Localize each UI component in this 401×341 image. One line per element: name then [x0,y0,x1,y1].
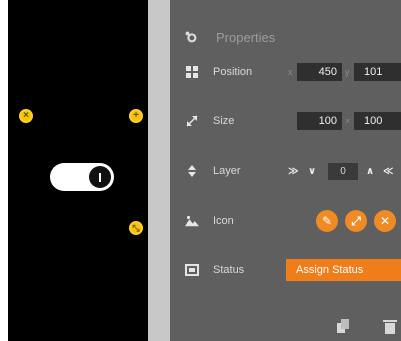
add-handle-icon[interactable]: + [129,109,143,123]
height-input[interactable]: 100 [354,112,401,130]
status-icon [185,263,199,277]
size-row: Size 100 × 100 [170,108,401,134]
design-canvas[interactable]: × + ⤡ [8,0,148,341]
properties-panel: Properties Position x 450 y 101 Size 100 [170,0,401,341]
icon-row: Icon ✎ ⤢ ✕ [170,208,401,234]
toggle-knob [89,166,111,188]
position-label: Position [213,66,253,78]
width-input[interactable]: 100 [297,112,342,130]
layer-icon [185,164,199,178]
position-icon [185,65,199,79]
size-separator: × [345,116,351,126]
send-to-back-icon[interactable]: ≫ [288,166,298,177]
status-label: Status [213,264,245,276]
resize-handle-icon[interactable]: ⤡ [129,221,143,235]
status-row: Status Assign Status [170,257,401,283]
position-row: Position x 450 y 101 [170,59,401,85]
y-axis-label: y [345,67,350,77]
toggle-switch-widget[interactable] [50,163,114,191]
x-axis-label: x [288,67,293,77]
position-y-input[interactable]: 101 [354,63,401,81]
assign-status-button[interactable]: Assign Status [286,259,401,281]
layer-row: Layer ≫ ∨ 0 ∧ ≪ [170,158,401,184]
layer-input[interactable]: 0 [328,162,358,180]
size-label: Size [213,115,235,127]
copy-icon[interactable] [336,318,350,334]
image-icon [185,214,199,228]
properties-header: Properties [170,24,401,50]
bring-forward-icon[interactable]: ∧ [366,166,374,177]
trash-icon[interactable] [383,318,397,334]
icon-label: Icon [213,215,234,227]
layer-label: Layer [213,165,241,177]
send-backward-icon[interactable]: ∨ [308,166,316,177]
position-x-input[interactable]: 450 [297,63,342,81]
delete-handle-icon[interactable]: × [19,109,33,123]
resize-icon [185,114,199,128]
bring-to-front-icon[interactable]: ≪ [383,166,393,177]
close-icon[interactable]: ✕ [374,210,396,232]
expand-icon[interactable]: ⤢ [345,210,367,232]
pencil-icon[interactable]: ✎ [316,210,338,232]
panel-title: Properties [216,29,276,45]
panel-divider[interactable] [148,0,170,341]
gear-icon [184,30,198,44]
power-line-icon [99,172,101,182]
